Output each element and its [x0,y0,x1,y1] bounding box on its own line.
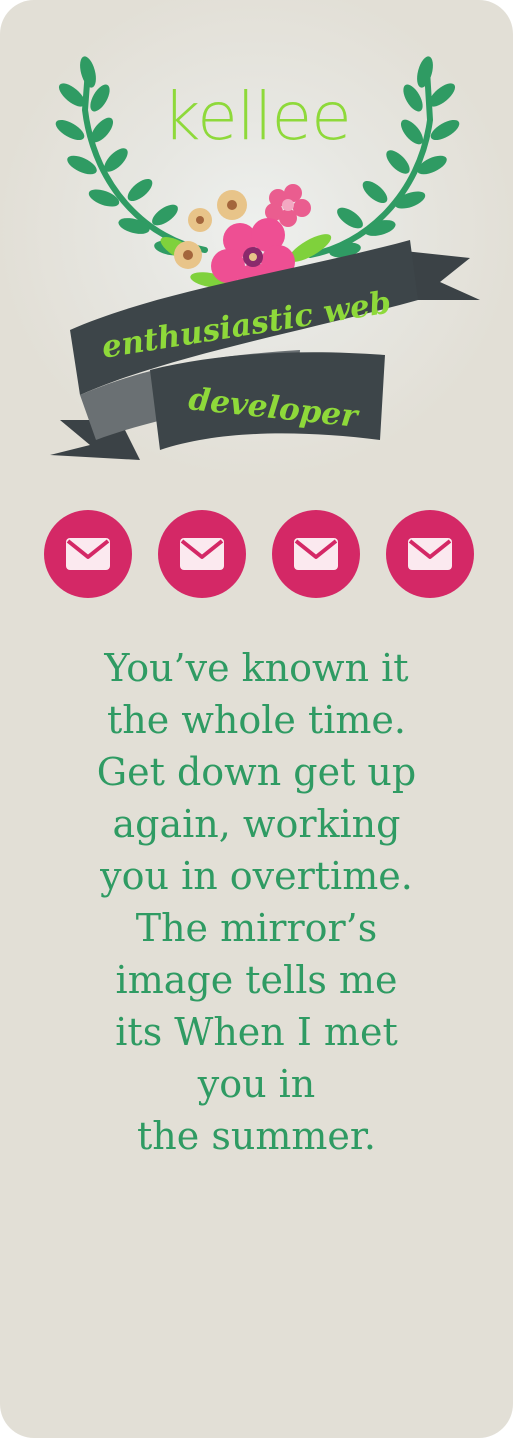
bio-line: the summer. [137,1114,376,1158]
bio-line: The mirror’s [135,906,378,950]
email-button-1[interactable] [44,510,132,598]
bio-line: again, working [112,802,401,846]
bio-line: its When I met [115,1010,398,1054]
bio-line: the whole time. [107,698,406,742]
profile-card: enthusiastic web developer kellee You’ve… [0,0,513,1438]
envelope-icon [408,538,452,570]
bio-line: you in [197,1062,316,1106]
social-links [44,510,474,600]
envelope-icon [180,538,224,570]
bio-line: You’ve known it [104,646,409,690]
envelope-icon [294,538,338,570]
bio-line: you in overtime. [100,854,413,898]
email-button-4[interactable] [386,510,474,598]
site-name: kellee [162,78,351,155]
bio-line: image tells me [115,958,398,1002]
envelope-icon [66,538,110,570]
bio-line: Get down get up [96,750,417,794]
logo-graphic: enthusiastic web developer [0,0,513,480]
bio-text: You’ve known it the whole time. Get down… [20,642,493,1162]
email-button-3[interactable] [272,510,360,598]
email-button-2[interactable] [158,510,246,598]
